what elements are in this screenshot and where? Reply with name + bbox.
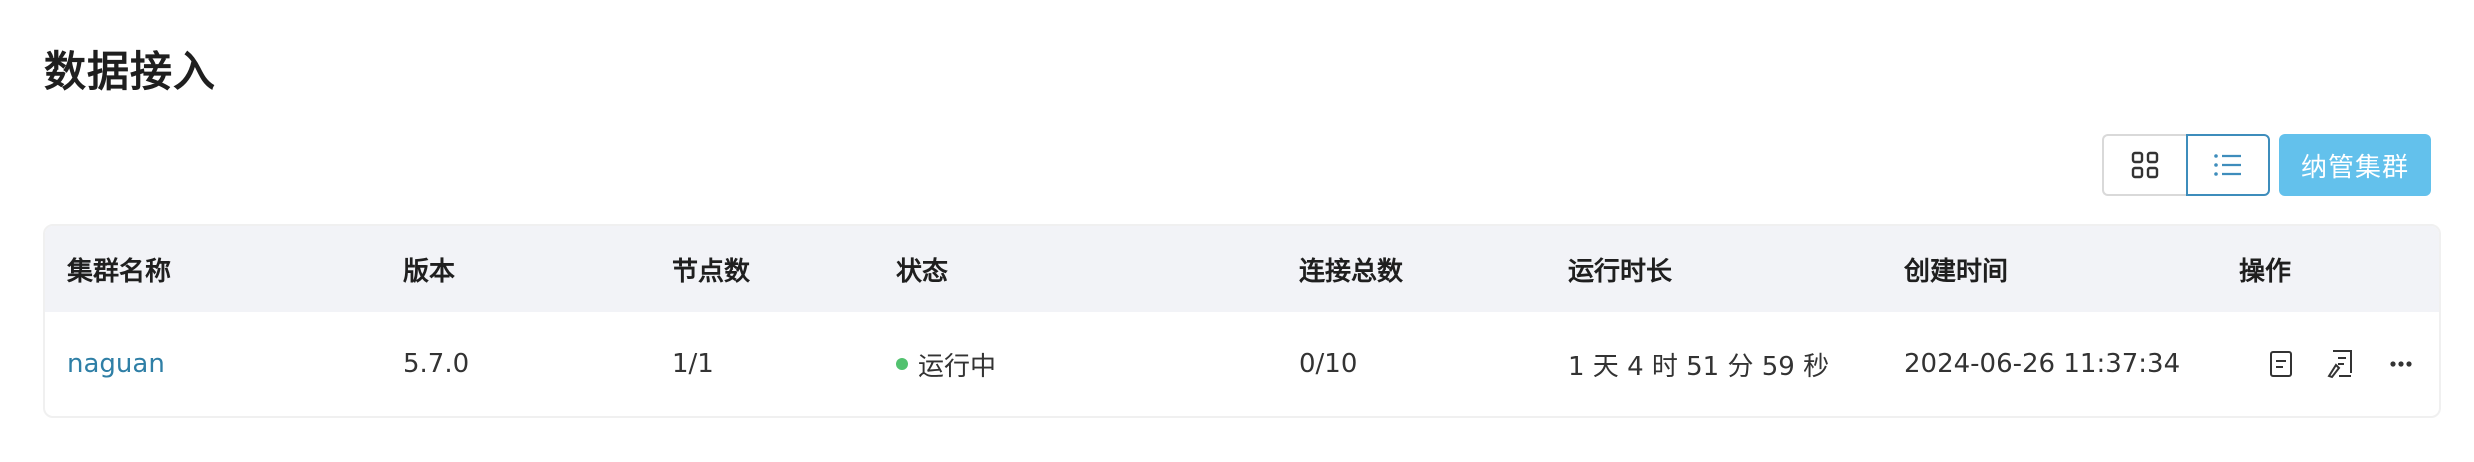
column-header-name[interactable]: 集群名称 — [67, 226, 171, 312]
cluster-table: 集群名称 版本 节点数 状态 连接总数 运行时长 创建时间 操作 naguan … — [43, 224, 2441, 418]
grid-icon — [2131, 151, 2159, 179]
status-dot-icon — [896, 358, 908, 370]
column-header-created[interactable]: 创建时间 — [1904, 226, 2008, 312]
cluster-status: 运行中 — [896, 312, 996, 416]
more-icon — [2390, 361, 2412, 367]
view-toggle — [2102, 134, 2270, 196]
table-header: 集群名称 版本 节点数 状态 连接总数 运行时长 创建时间 操作 — [45, 226, 2439, 312]
cluster-created-time: 2024-06-26 11:37:34 — [1904, 349, 2181, 379]
cluster-connections: 0/10 — [1299, 349, 1358, 379]
edit-document-icon — [2327, 350, 2352, 379]
cluster-nodes: 1/1 — [672, 349, 714, 379]
list-icon — [2214, 154, 2241, 176]
column-header-uptime[interactable]: 运行时长 — [1568, 226, 1672, 312]
cluster-version: 5.7.0 — [403, 349, 470, 379]
column-header-connections[interactable]: 连接总数 — [1299, 226, 1403, 312]
table-row: naguan 5.7.0 1/1 运行中 0/10 1 天 4 时 51 分 5… — [45, 312, 2439, 416]
row-actions — [2251, 312, 2431, 416]
page: 数据接入 纳管集群 集群名称 版本 节点数 状态 连接总数 运行时长 创建时间 … — [0, 0, 2474, 462]
more-actions-button[interactable] — [2371, 342, 2431, 386]
column-header-nodes[interactable]: 节点数 — [672, 226, 750, 312]
status-text: 运行中 — [918, 351, 997, 382]
column-header-version[interactable]: 版本 — [403, 226, 455, 312]
view-details-button[interactable] — [2251, 342, 2311, 386]
document-icon — [2270, 351, 2292, 377]
cluster-name-link[interactable]: naguan — [67, 349, 165, 379]
column-header-actions: 操作 — [2239, 256, 2292, 287]
page-title: 数据接入 — [44, 47, 217, 96]
column-header-status[interactable]: 状态 — [896, 226, 948, 312]
grid-view-button[interactable] — [2102, 134, 2186, 196]
add-cluster-button[interactable]: 纳管集群 — [2279, 134, 2431, 196]
toolbar: 纳管集群 — [2102, 134, 2431, 196]
list-view-button[interactable] — [2186, 134, 2270, 196]
cluster-uptime: 1 天 4 时 51 分 59 秒 — [1568, 351, 1830, 382]
edit-config-button[interactable] — [2311, 342, 2371, 386]
